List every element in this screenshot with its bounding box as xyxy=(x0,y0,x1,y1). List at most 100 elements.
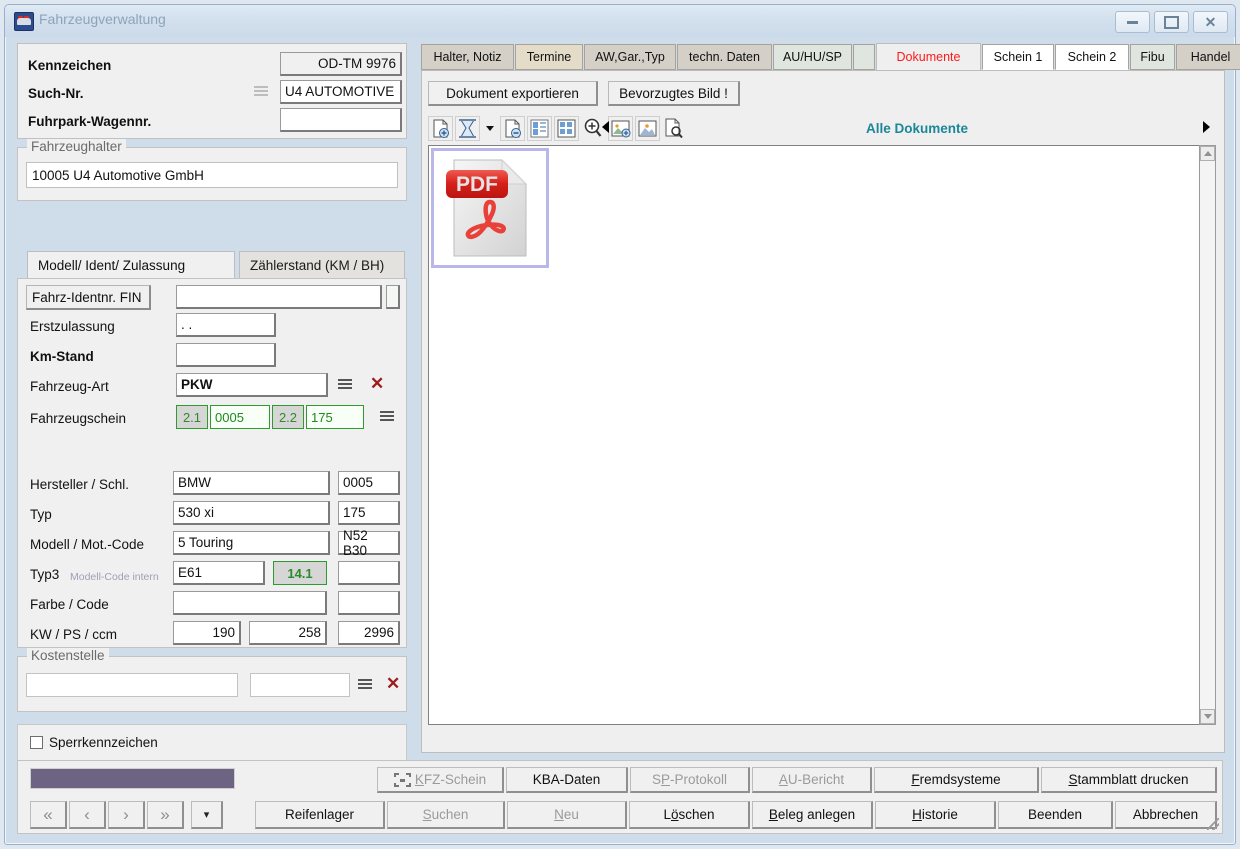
kostenstelle-field-1[interactable] xyxy=(26,673,238,697)
tab-spacer[interactable] xyxy=(853,44,875,70)
scroll-up-button[interactable] xyxy=(1200,146,1215,161)
tab-fibu[interactable]: Fibu xyxy=(1130,44,1175,70)
fremdsysteme-accel: F xyxy=(911,772,920,787)
filter-prev-arrow-icon[interactable] xyxy=(602,121,609,133)
scan-icon[interactable] xyxy=(455,115,480,141)
nav-dropdown-button[interactable]: ▾ xyxy=(191,801,223,829)
typ3-code-field[interactable]: 14.1 xyxy=(273,561,327,585)
typ3-label: Typ3 xyxy=(30,567,60,582)
kostenstelle-group: Kostenstelle ✕ xyxy=(17,648,407,712)
abbrechen-button[interactable]: Abbrechen xyxy=(1115,801,1217,829)
fahrzeughalter-field[interactable]: 10005 U4 Automotive GmbH xyxy=(26,162,398,188)
historie-button[interactable]: Historie xyxy=(875,801,996,829)
suchen-button[interactable]: Suchen xyxy=(387,801,505,829)
fahrzeugart-clear-icon[interactable]: ✕ xyxy=(370,375,384,392)
filter-next-arrow-icon[interactable] xyxy=(1203,121,1210,133)
close-button[interactable]: ✕ xyxy=(1193,11,1228,33)
pdf-document-thumbnail[interactable]: PDF xyxy=(431,148,549,268)
tab-techn-daten[interactable]: techn. Daten xyxy=(677,44,772,70)
ps-field[interactable]: 258 xyxy=(249,621,327,645)
dokument-exportieren-button[interactable]: Dokument exportieren xyxy=(428,81,598,106)
suchnr-menu-icon[interactable] xyxy=(254,86,268,98)
maximize-button[interactable] xyxy=(1154,11,1189,33)
kostenstelle-field-2[interactable] xyxy=(250,673,350,697)
suchnr-field[interactable]: U4 AUTOMOTIVE xyxy=(280,80,402,104)
tab-halter-notiz[interactable]: Halter, Notiz xyxy=(421,44,514,70)
reifenlager-button[interactable]: Reifenlager xyxy=(255,801,385,829)
nav-first-button[interactable]: « xyxy=(30,801,67,829)
tile-view-icon[interactable] xyxy=(554,115,579,141)
document-thumbnail-view[interactable]: PDF xyxy=(428,145,1200,725)
resize-grip-icon[interactable] xyxy=(1207,818,1219,830)
typ-field[interactable]: 530 xi xyxy=(173,501,330,525)
document-vertical-scrollbar[interactable] xyxy=(1199,145,1216,725)
minimize-button[interactable] xyxy=(1115,11,1150,33)
fahrzeugart-label: Fahrzeug-Art xyxy=(30,379,109,394)
au-bericht-button[interactable]: A U-Bericht xyxy=(752,767,872,793)
farbe-code-field[interactable] xyxy=(338,591,400,615)
kfz-schein-button[interactable]: K FZ-Schein xyxy=(377,767,504,793)
fin-extra-field[interactable] xyxy=(386,285,400,309)
au-bericht-accel: A xyxy=(778,772,788,787)
kmstand-field[interactable] xyxy=(176,343,276,367)
typ3-extra-field[interactable] xyxy=(338,561,400,585)
fahrzeugschein-menu-icon[interactable] xyxy=(380,411,394,423)
fin-label-button[interactable]: Fahrz-Identnr. FIN xyxy=(26,285,151,310)
kostenstelle-menu-icon[interactable] xyxy=(358,679,372,691)
fuhrpark-label: Fuhrpark-Wagennr. xyxy=(28,113,152,129)
document-add-icon[interactable] xyxy=(428,115,453,141)
tab-au-hu-sp[interactable]: AU/HU/SP xyxy=(773,44,852,70)
nav-last-button[interactable]: » xyxy=(147,801,184,829)
ccm-field[interactable]: 2996 xyxy=(338,621,400,645)
tab-handel[interactable]: Handel xyxy=(1176,44,1240,70)
hersteller-field[interactable]: BMW xyxy=(173,471,330,495)
tab-schein-1[interactable]: Schein 1 xyxy=(982,44,1054,70)
sp-protokoll-button[interactable]: S P -Protokoll xyxy=(630,767,750,793)
dropdown-arrow-icon[interactable] xyxy=(482,116,498,141)
fuhrpark-field[interactable] xyxy=(280,108,402,132)
stammblatt-drucken-button[interactable]: Stammblatt drucken xyxy=(1041,767,1217,793)
fremdsysteme-button[interactable]: Fremdsysteme xyxy=(874,767,1039,793)
erstzulassung-field[interactable]: . . xyxy=(176,313,276,337)
fahrzeugart-menu-icon[interactable] xyxy=(338,379,352,391)
neu-button[interactable]: Neu xyxy=(507,801,627,829)
motorcode-field[interactable]: N52 B30 xyxy=(338,528,400,558)
kw-field[interactable]: 190 xyxy=(173,621,241,645)
tab-zaehlerstand[interactable]: Zählerstand (KM / BH) xyxy=(239,251,405,278)
hersteller-schluessel-field[interactable]: 0005 xyxy=(338,471,400,495)
tab-modell-ident-zulassung[interactable]: Modell/ Ident/ Zulassung xyxy=(27,251,235,278)
loeschen-button[interactable]: Lö schen xyxy=(629,801,750,829)
sperrkennzeichen-checkbox[interactable] xyxy=(30,736,43,749)
fahrzeugschein-code-21: 2.1 xyxy=(176,405,208,429)
tab-termine[interactable]: Termine xyxy=(515,44,583,70)
fahrzeughalter-legend: Fahrzeughalter xyxy=(27,139,126,154)
tab-schein-2[interactable]: Schein 2 xyxy=(1055,44,1129,70)
kennzeichen-label: Kennzeichen xyxy=(28,57,112,73)
scroll-down-button[interactable] xyxy=(1200,709,1215,724)
fahrzeugschein-label: Fahrzeugschein xyxy=(30,411,127,426)
beenden-button[interactable]: Beenden xyxy=(998,801,1113,829)
typ-code-field[interactable]: 175 xyxy=(338,501,400,525)
kba-daten-button[interactable]: KBA-Daten xyxy=(506,767,628,793)
fahrzeugschein-value-21[interactable]: 0005 xyxy=(210,405,270,429)
list-view-icon[interactable] xyxy=(527,115,552,141)
farbe-field[interactable] xyxy=(173,591,327,615)
modell-field[interactable]: 5 Touring xyxy=(173,531,330,555)
kennzeichen-field[interactable]: OD-TM 9976 xyxy=(280,52,402,76)
fin-field[interactable] xyxy=(176,285,382,309)
nav-next-button[interactable]: › xyxy=(108,801,145,829)
document-filter-label[interactable]: Alle Dokumente xyxy=(617,115,1217,141)
fahrzeugart-field[interactable]: PKW xyxy=(176,373,328,397)
fahrzeugschein-value-22[interactable]: 175 xyxy=(306,405,364,429)
beleg-anlegen-button[interactable]: Beleg anlegen xyxy=(752,801,873,829)
tab-aw-gar-typ[interactable]: AW,Gar.,Typ xyxy=(584,44,676,70)
nav-prev-button[interactable]: ‹ xyxy=(69,801,106,829)
kostenstelle-clear-icon[interactable]: ✕ xyxy=(386,675,400,692)
beleg-accel: B xyxy=(768,807,778,822)
bevorzugtes-bild-button[interactable]: Bevorzugtes Bild ! xyxy=(608,81,740,106)
typ3-field[interactable]: E61 xyxy=(173,561,265,585)
tab-dokumente[interactable]: Dokumente xyxy=(876,43,981,71)
document-remove-icon[interactable] xyxy=(500,115,525,141)
kmstand-label: Km-Stand xyxy=(30,349,94,364)
historie-accel: H xyxy=(912,807,922,822)
